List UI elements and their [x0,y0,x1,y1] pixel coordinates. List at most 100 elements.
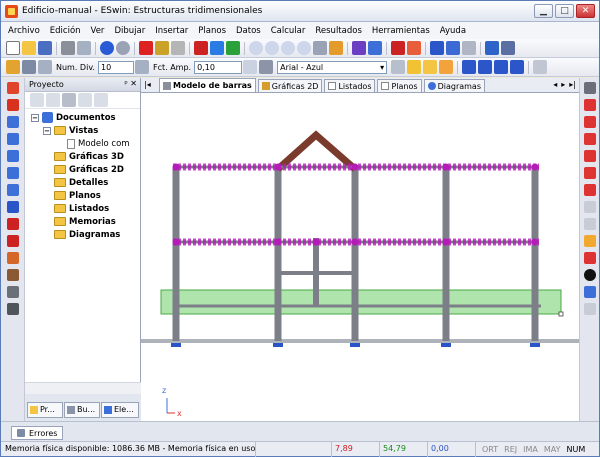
tab-modelo-de-barras[interactable]: Modelo de barras [159,78,256,92]
tree-node-modelo[interactable]: Modelo com [31,137,140,150]
support-icon[interactable] [350,343,360,347]
grid-icon[interactable] [462,41,476,55]
menu-resultados[interactable]: Resultados [310,26,367,36]
properties-icon[interactable] [94,93,108,107]
status-ima[interactable]: IMA [523,445,538,454]
support-icon[interactable] [441,343,451,347]
redo-icon[interactable] [116,41,130,55]
menu-ayuda[interactable]: Ayuda [435,26,471,36]
tab-diagramas[interactable]: Diagramas [423,79,485,92]
fct-amp-input[interactable] [194,60,243,74]
close-button[interactable]: ✕ [576,4,595,18]
home-icon[interactable] [329,41,343,55]
num-div-input[interactable] [97,60,134,74]
open-folder-icon[interactable] [22,41,36,55]
collapse-icon[interactable]: − [31,113,39,122]
remove-icon[interactable] [62,93,76,107]
menu-calcular[interactable]: Calcular [266,26,311,36]
align-icon[interactable] [583,201,596,213]
folder-icon[interactable] [423,60,438,74]
menu-insertar[interactable]: Insertar [150,26,193,36]
view-3d-icon[interactable] [583,150,596,162]
sphere-icon[interactable] [583,269,596,281]
eraser-icon[interactable] [391,60,406,74]
status-num[interactable]: NUM [567,445,586,454]
tree-node-graficas2d[interactable]: Gráficas 2D [31,163,140,176]
support-icon[interactable] [6,184,19,196]
table-icon[interactable] [533,60,548,74]
tree-node-vistas[interactable]: − Vistas [31,124,140,137]
align-icon[interactable] [478,60,493,74]
ruler-icon[interactable] [391,41,405,55]
pen-icon[interactable] [583,252,596,264]
zoom-in-icon[interactable] [265,41,279,55]
new-file-icon[interactable] [6,41,20,55]
combination-icon[interactable] [6,99,19,111]
wall-icon[interactable] [6,167,19,179]
tree-node-memorias[interactable]: Memorias [31,215,140,228]
support-icon[interactable] [171,343,181,347]
sum-icon[interactable] [194,41,208,55]
maximize-button[interactable]: □ [555,4,574,18]
foundation-icon[interactable] [6,303,19,315]
mirror-icon[interactable] [494,60,509,74]
save-icon[interactable] [38,41,52,55]
pile-icon[interactable] [6,286,19,298]
brace-icon[interactable] [6,235,19,247]
refresh-icon[interactable] [78,93,92,107]
tab-scroll-prev[interactable]: ◂ [553,80,557,89]
node[interactable] [312,238,320,246]
rotate-right-icon[interactable] [583,133,596,145]
calendar-icon[interactable] [243,60,258,74]
beam-icon[interactable] [6,133,19,145]
tree-node-diagramas[interactable]: Diagramas [31,228,140,241]
node[interactable] [172,238,180,246]
tab-buscar[interactable]: Bu... [64,402,100,418]
pan-icon[interactable] [313,41,327,55]
text-icon[interactable] [583,218,596,230]
node[interactable] [274,238,282,246]
red-line-icon[interactable] [6,218,19,230]
menu-dibujar[interactable]: Dibujar [109,26,150,36]
rotate-icon[interactable] [583,99,596,111]
color-icon[interactable] [439,60,454,74]
font-select[interactable]: Arial - Azul [277,60,388,74]
node[interactable] [274,163,282,171]
dimension-icon[interactable] [6,252,19,264]
tab-scroll-next[interactable]: ▸ [561,80,565,89]
lightning-icon[interactable] [430,41,444,55]
node[interactable] [531,238,539,246]
print-preview-icon[interactable] [77,41,91,55]
font-icon[interactable] [259,60,274,74]
axis-icon[interactable] [446,41,460,55]
support-icon[interactable] [273,343,283,347]
node[interactable] [531,163,539,171]
status-rej[interactable]: REJ [504,445,517,454]
zoom-window-icon[interactable] [297,41,311,55]
rotate-icon[interactable] [510,60,525,74]
layers-icon[interactable] [501,41,515,55]
check-icon[interactable] [226,41,240,55]
print-icon[interactable] [61,41,75,55]
zoom-icon[interactable] [249,41,263,55]
menu-planos[interactable]: Planos [193,26,231,36]
tab-elementos[interactable]: Ele... [101,402,139,418]
status-ort[interactable]: ORT [482,445,498,454]
new-item-icon[interactable] [30,93,44,107]
tree-node-listados[interactable]: Listados [31,202,140,215]
collapse-icon[interactable]: − [43,126,51,135]
column-icon[interactable] [6,116,19,128]
panel-close-icon[interactable]: ✕ [130,79,137,88]
slab-icon[interactable] [6,150,19,162]
node[interactable] [442,163,450,171]
tab-listados[interactable]: Listados [324,79,376,92]
comment-icon[interactable] [485,41,499,55]
pin-icon[interactable]: ᵖ [124,79,127,88]
menu-herramientas[interactable]: Herramientas [367,26,435,36]
node[interactable] [172,163,180,171]
tag-icon[interactable] [407,41,421,55]
amplification-icon[interactable] [134,60,149,74]
tab-planos[interactable]: Planos [377,79,422,92]
node[interactable] [351,238,359,246]
rotate-left-icon[interactable] [583,116,596,128]
